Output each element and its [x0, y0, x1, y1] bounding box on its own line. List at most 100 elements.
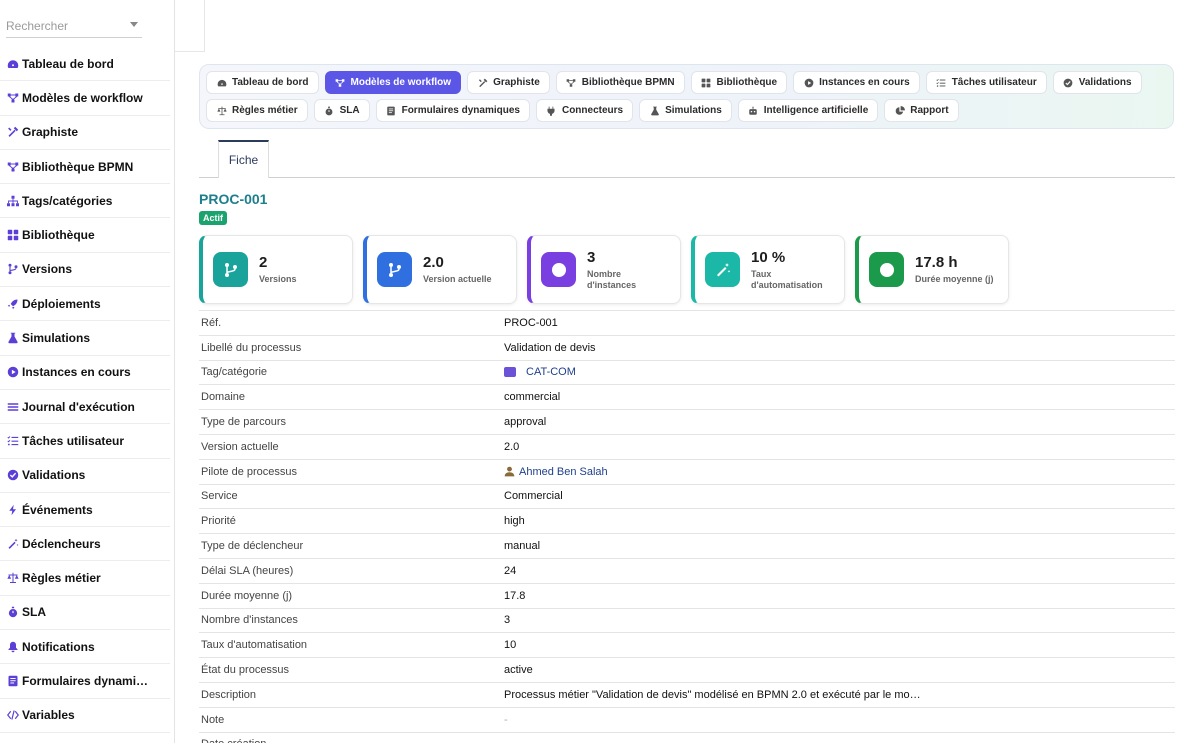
check-circle-icon [1063, 77, 1074, 88]
kpi-label: Versions [259, 274, 297, 284]
tag-link[interactable]: CAT-COM [526, 366, 576, 378]
tab-modeles-de-workflow[interactable]: Modèles de workflow [324, 71, 462, 94]
tab-simulations[interactable]: Simulations [639, 99, 732, 122]
form-icon [6, 674, 20, 688]
code-icon [6, 708, 20, 722]
sidebar-item-label: Bibliothèque BPMN [22, 159, 134, 174]
tab-label: Tableau de bord [232, 77, 309, 88]
tab-label: Modèles de workflow [350, 77, 452, 88]
detail-key: Pilote de processus [201, 465, 297, 478]
stopwatch-icon [6, 605, 20, 619]
sidebar-item-notifications[interactable]: Notifications [0, 630, 170, 665]
sidebar-item-label: Événements [22, 502, 93, 517]
sidebar-item-taches-utilisateur[interactable]: Tâches utilisateur [0, 424, 170, 459]
tab-graphiste[interactable]: Graphiste [467, 71, 550, 94]
sidebar-nav: Tableau de bord Modèles de workflow Graphi… [0, 47, 170, 733]
sidebar-item-label: Instances en cours [22, 365, 131, 380]
play-circle-icon [6, 365, 20, 379]
detail-value: 24 [504, 564, 517, 577]
tab-label: Tâches utilisateur [951, 77, 1037, 88]
tab-taches-utilisateur[interactable]: Tâches utilisateur [925, 71, 1047, 94]
detail-key: Note [201, 713, 225, 726]
sidebar-item-simulations[interactable]: Simulations [0, 321, 170, 356]
tab-rapport[interactable]: Rapport [884, 99, 959, 122]
workflow-icon [335, 77, 346, 88]
kpi-card: 2 Versions [199, 235, 353, 304]
branch-icon [377, 252, 412, 287]
sidebar-item-tags-categories[interactable]: Tags/catégories [0, 184, 170, 219]
detail-key: Durée moyenne (j) [201, 589, 293, 602]
sidebar-item-regles-metier[interactable]: Règles métier [0, 561, 170, 596]
detail-key: Priorité [201, 515, 236, 528]
sidebar-item-tableau-de-bord[interactable]: Tableau de bord [0, 47, 170, 82]
sidebar: Tableau de bord Modèles de workflow Graphi… [0, 0, 175, 743]
user-link[interactable]: Ahmed Ben Salah [519, 466, 608, 478]
flask-icon [6, 331, 20, 345]
detail-value: 17.8 [504, 589, 526, 602]
detail-row: Pilote de processus Ahmed Ben Salah [199, 458, 1175, 484]
detail-row: État du processus active [199, 657, 1175, 682]
sidebar-item-instances-en-cours[interactable]: Instances en cours [0, 356, 170, 390]
bell-icon [6, 640, 20, 654]
tab-label: Règles métier [232, 105, 298, 116]
detail-key: Tag/catégorie [201, 366, 268, 379]
sidebar-item-bibliotheque-bpmn[interactable]: Bibliothèque BPMN [0, 150, 170, 185]
tasks-icon [6, 434, 20, 448]
tab-instances-en-cours[interactable]: Instances en cours [793, 71, 920, 94]
detail-row: Taux d'automatisation 10 [199, 632, 1175, 657]
tab-bibliotheque[interactable]: Bibliothèque [690, 71, 788, 94]
tab-intelligence-artificielle[interactable]: Intelligence artificielle [737, 99, 879, 122]
tab-tableau-de-bord[interactable]: Tableau de bord [206, 71, 319, 94]
kpi-card: 2.0 Version actuelle [363, 235, 517, 304]
sidebar-item-label: Graphiste [22, 125, 79, 140]
tab-validations[interactable]: Validations [1052, 71, 1142, 94]
tab-regles-metier[interactable]: Règles métier [206, 99, 308, 122]
grid-icon [6, 228, 20, 242]
sidebar-item-bibliotheque[interactable]: Bibliothèque [0, 218, 170, 253]
chevron-down-icon[interactable] [130, 22, 138, 27]
tab-label: Graphiste [493, 77, 540, 88]
kpi-label: Version actuelle [423, 274, 492, 284]
branch-icon [6, 262, 20, 276]
detail-value: commercial [504, 391, 561, 404]
scale-icon [216, 105, 227, 116]
sidebar-item-modeles-de-workflow[interactable]: Modèles de workflow [0, 81, 170, 116]
gauge-icon [216, 77, 227, 88]
detail-value: PROC-001 [504, 316, 558, 329]
sidebar-item-deploiements[interactable]: Déploiements [0, 287, 170, 322]
sidebar-item-evenements[interactable]: Événements [0, 493, 170, 528]
module-tabs: Tableau de bord Modèles de workflow Graphi… [199, 64, 1174, 129]
sidebar-item-sla[interactable]: SLA [0, 596, 170, 631]
tab-connecteurs[interactable]: Connecteurs [535, 99, 634, 122]
sidebar-item-declencheurs[interactable]: Déclencheurs [0, 527, 170, 562]
detail-row: Nombre d'instances 3 [199, 607, 1175, 633]
search-input[interactable] [6, 16, 126, 36]
play-circle-icon [803, 77, 814, 88]
form-icon [386, 105, 397, 116]
search-box[interactable] [6, 16, 142, 38]
tab-fiche[interactable]: Fiche [218, 140, 269, 178]
tab-sla[interactable]: SLA [313, 99, 370, 122]
tab-bibliotheque-bpmn[interactable]: Bibliothèque BPMN [555, 71, 685, 94]
sidebar-item-graphiste[interactable]: Graphiste [0, 116, 170, 150]
sidebar-item-validations[interactable]: Validations [0, 459, 170, 493]
detail-value: manual [504, 540, 541, 553]
kpi-card: 17.8 h Durée moyenne (j) [855, 235, 1009, 304]
detail-value: Validation de devis [504, 341, 596, 354]
sidebar-item-formulaires-dynami[interactable]: Formulaires dynami… [0, 664, 170, 699]
plug-icon [546, 105, 557, 116]
sidebar-item-label: Notifications [22, 639, 95, 654]
detail-value: high [504, 515, 525, 528]
sidebar-item-variables[interactable]: Variables [0, 699, 170, 733]
detail-value: 3 [504, 614, 511, 627]
wand-icon [705, 252, 740, 287]
tab-formulaires-dynamiques[interactable]: Formulaires dynamiques [375, 99, 530, 122]
sidebar-item-versions[interactable]: Versions [0, 253, 170, 288]
detail-value: Processus métier "Validation de devis" m… [504, 688, 921, 701]
app-window: Tableau de bord Modèles de workflow Graphi… [0, 0, 1200, 743]
detail-key: Délai SLA (heures) [201, 564, 294, 577]
detail-value: Commercial [504, 490, 563, 503]
sidebar-item-journal-d-execution[interactable]: Journal d'exécution [0, 390, 170, 425]
sub-tabs: Fiche [199, 140, 1175, 178]
tab-label: Connecteurs [561, 105, 624, 116]
